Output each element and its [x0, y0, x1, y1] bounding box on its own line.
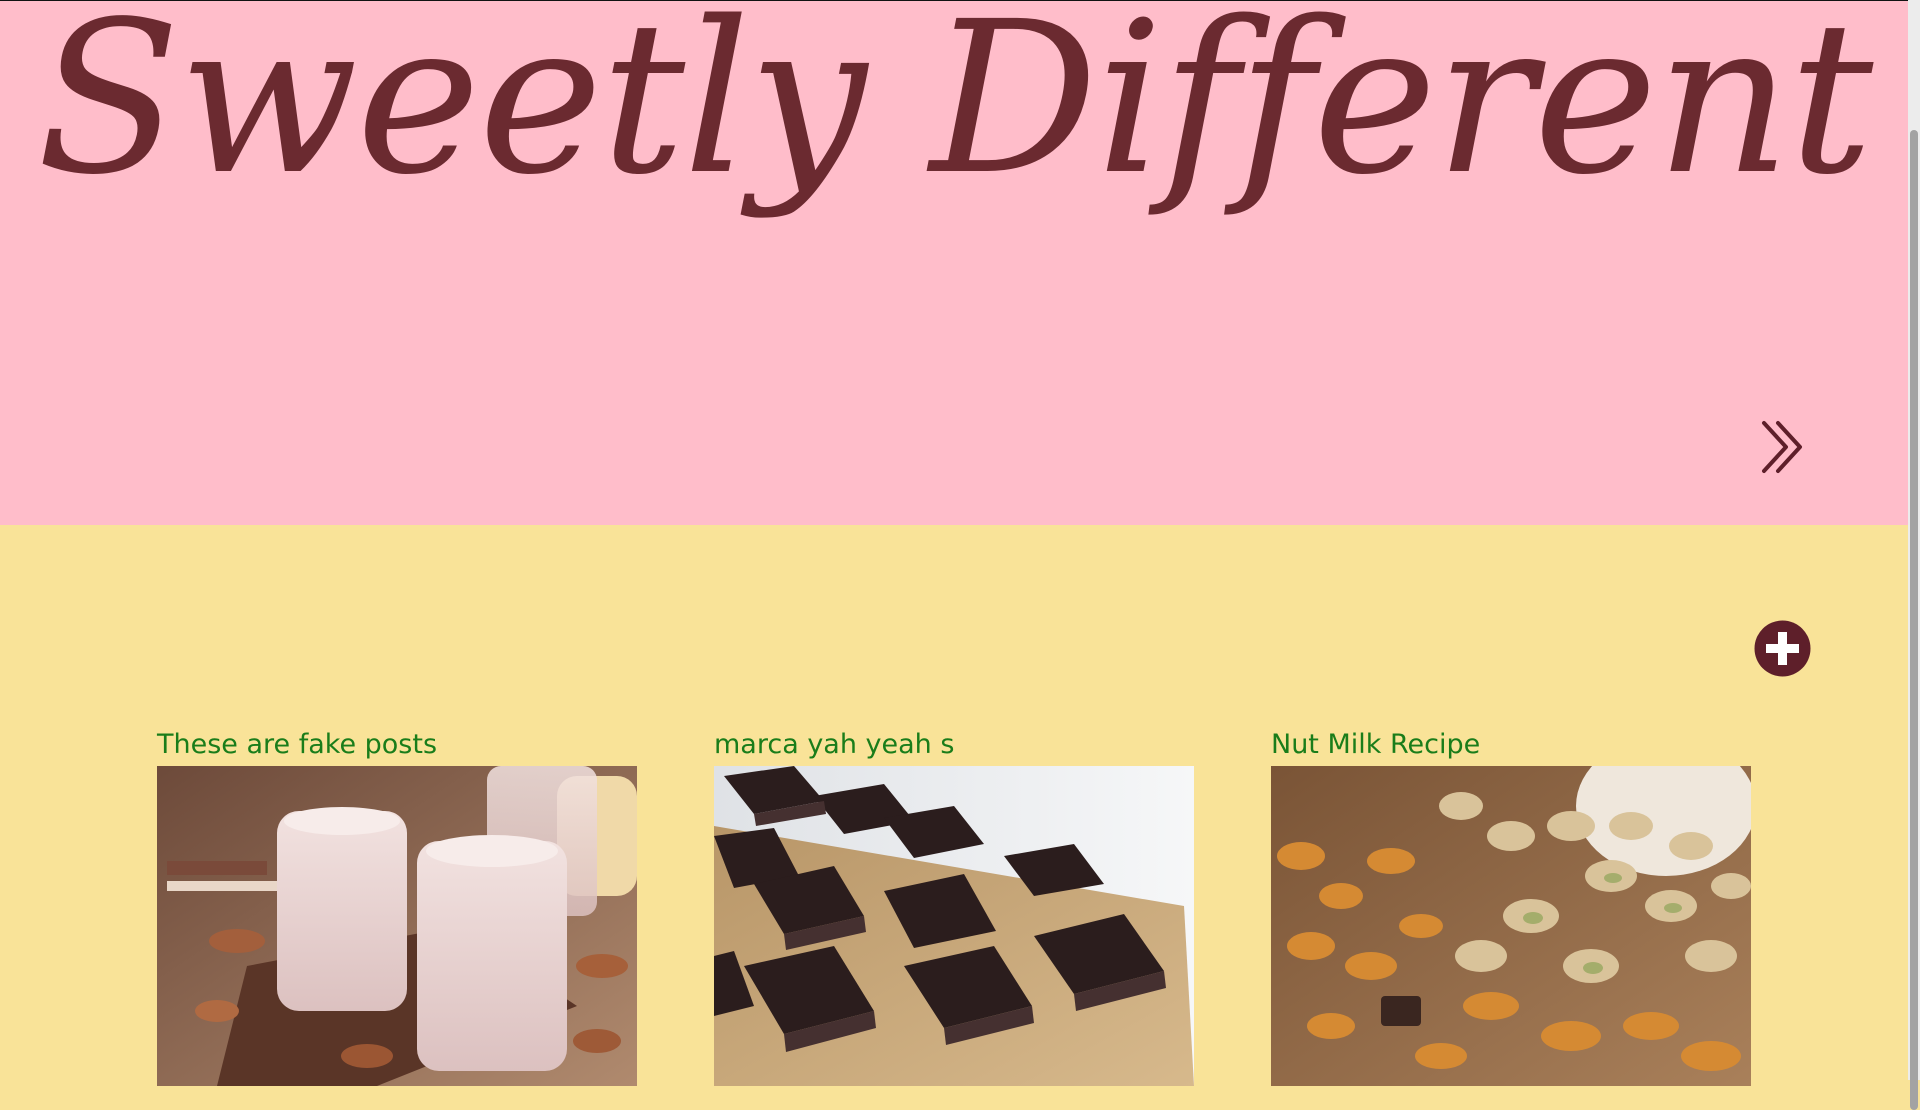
- post-title[interactable]: These are fake posts: [157, 728, 637, 766]
- site-title: Sweetly Different: [37, 1, 1874, 221]
- post-title[interactable]: Nut Milk Recipe: [1271, 728, 1751, 766]
- hero-banner: Sweetly Different: [0, 1, 1908, 525]
- brand-logo: Sweetly Different: [0, 1, 1908, 261]
- next-slide-button[interactable]: [1760, 419, 1806, 475]
- post-title[interactable]: marca yah yeah s: [714, 728, 1194, 766]
- page-scrollbar[interactable]: [1908, 0, 1920, 1110]
- plus-circle-icon: [1754, 620, 1811, 677]
- post-card[interactable]: These are fake posts: [157, 728, 637, 1086]
- post-image-almond-milkshake[interactable]: [157, 766, 637, 1086]
- post-image-chocolate-bars[interactable]: [714, 766, 1194, 1086]
- scrollbar-thumb[interactable]: [1910, 130, 1918, 1110]
- double-chevron-right-icon: [1762, 421, 1802, 473]
- post-card[interactable]: marca yah yeah s: [714, 728, 1194, 1086]
- posts-section: These are fake posts marca yah yeah s Nu…: [0, 525, 1908, 1086]
- post-card[interactable]: Nut Milk Recipe: [1271, 728, 1751, 1086]
- post-image-mixed-nuts[interactable]: [1271, 766, 1751, 1086]
- add-post-button[interactable]: [1754, 620, 1811, 677]
